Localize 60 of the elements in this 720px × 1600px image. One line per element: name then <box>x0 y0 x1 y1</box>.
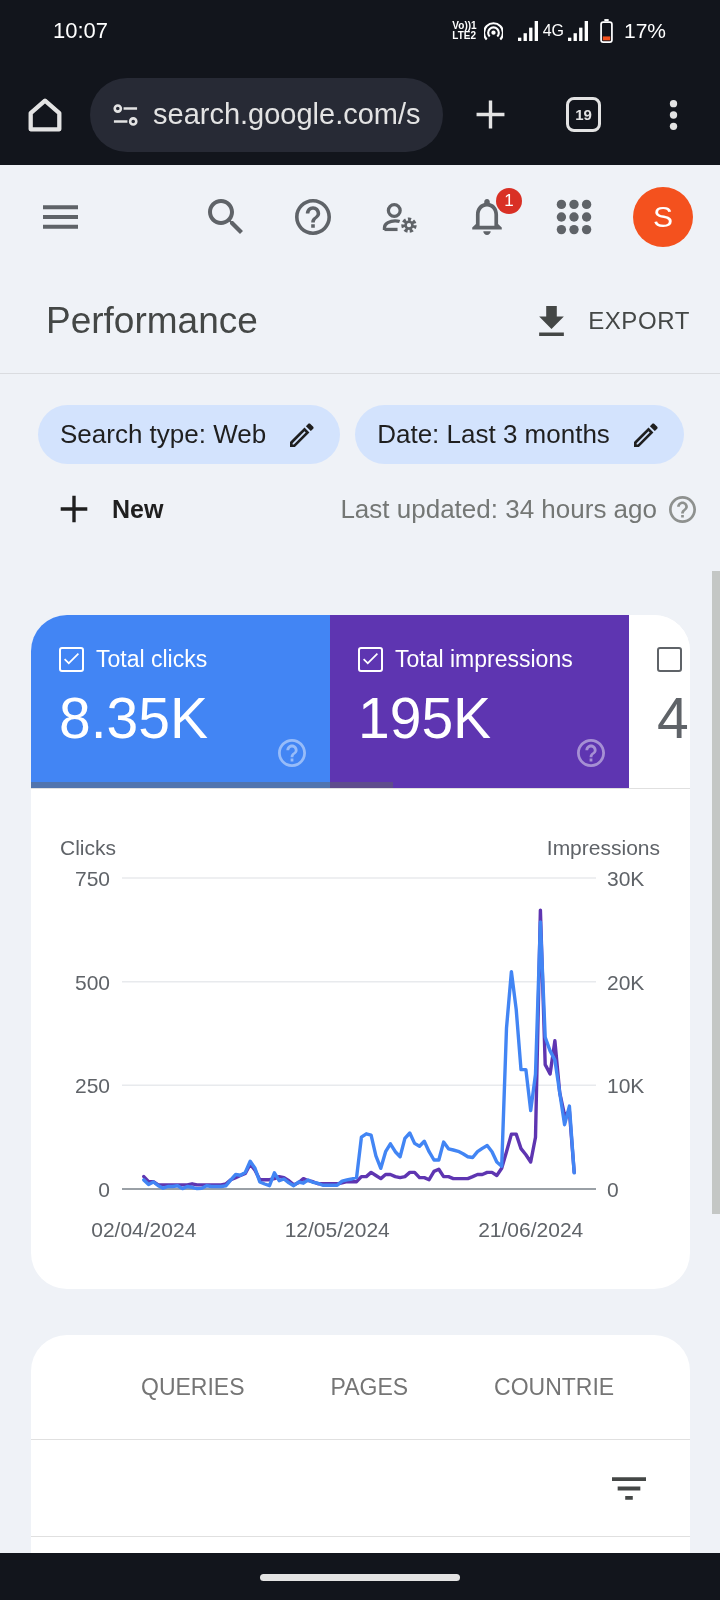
export-button[interactable]: EXPORT <box>539 306 690 336</box>
home-icon[interactable] <box>28 97 62 132</box>
address-bar[interactable]: search.google.com/s <box>90 77 443 152</box>
signal-icon <box>517 21 538 41</box>
tick-label: 02/04/2024 <box>91 1218 197 1241</box>
metric-tile[interactable]: Total impressions 195K <box>330 615 629 788</box>
new-tab-icon[interactable] <box>475 99 506 130</box>
page-title: Performance <box>46 300 258 342</box>
tick-label: 500 <box>74 970 110 994</box>
apps-grid-icon[interactable] <box>556 199 592 235</box>
pencil-icon <box>290 422 315 447</box>
metric-value: 195K <box>358 689 492 747</box>
filter-chip[interactable]: Date: Last 3 months <box>355 405 684 464</box>
help-icon[interactable] <box>669 495 696 523</box>
more-icon[interactable] <box>669 97 678 132</box>
axis-title: Impressions <box>546 836 660 859</box>
notification-badge: 1 <box>496 188 522 214</box>
help-icon[interactable] <box>577 739 605 767</box>
bell-icon[interactable] <box>469 199 505 235</box>
tick-label: 750 <box>74 867 110 890</box>
network-type: 4G <box>542 22 564 40</box>
tab[interactable]: QUERIES <box>141 1335 245 1439</box>
tune-icon <box>112 103 139 126</box>
plus-icon <box>60 495 88 523</box>
new-filter-button[interactable]: New <box>60 494 164 524</box>
clock: 10:07 <box>53 18 109 44</box>
horizontal-scrollbar[interactable] <box>31 782 393 788</box>
checkmark-icon <box>64 653 79 665</box>
battery-icon <box>599 19 613 43</box>
tick-label: 21/06/2024 <box>478 1218 584 1241</box>
metric-label: Total impressions <box>395 645 573 673</box>
download-icon <box>539 306 565 336</box>
hotspot-icon <box>483 21 503 41</box>
filter-icon[interactable] <box>612 1476 646 1500</box>
search-icon[interactable] <box>208 199 244 235</box>
axis-title: Clicks <box>60 836 116 859</box>
tab[interactable]: PAGES <box>330 1335 409 1439</box>
checkbox[interactable] <box>657 646 682 672</box>
metric-value: 4 <box>657 689 689 747</box>
battery-percentage: 17% <box>623 19 666 43</box>
last-updated-text: Last updated: 34 hours ago <box>340 493 657 525</box>
filter-chip[interactable]: Search type: Web <box>38 405 341 464</box>
tab-switcher-button[interactable]: 19 <box>566 97 601 132</box>
checkmark-icon <box>363 653 378 665</box>
metric-value: 8.35K <box>59 689 208 747</box>
tick-label: 20K <box>607 970 645 994</box>
tick-label: 30K <box>607 867 645 890</box>
tick-label: 0 <box>98 1178 110 1201</box>
volte-indicator: Vo))1 LTE2 <box>452 21 477 41</box>
tick-label: 250 <box>74 1074 110 1098</box>
pencil-icon <box>633 422 658 447</box>
tick-label: 0 <box>607 1178 619 1201</box>
menu-icon[interactable] <box>43 205 78 229</box>
metric-label: Total clicks <box>96 645 208 673</box>
signal-icon <box>567 21 588 41</box>
tab[interactable]: COUNTRIE <box>494 1335 615 1439</box>
help-icon[interactable] <box>295 199 331 235</box>
tick-label: 10K <box>607 1074 645 1098</box>
tick-label: 12/05/2024 <box>284 1218 390 1241</box>
scrollbar[interactable] <box>712 571 720 1214</box>
